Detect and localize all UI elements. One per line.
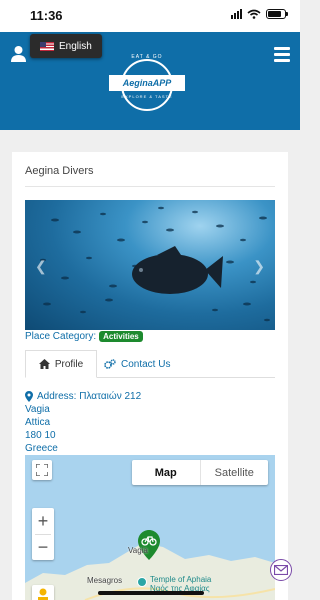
category-row: Place Category: Activities — [25, 331, 143, 342]
map-label-mesagros: Mesagros — [87, 576, 123, 585]
home-icon — [38, 359, 50, 369]
place-card: Aegina Divers ❮ ❯ Place Category: Activi… — [12, 152, 288, 600]
place-image-slider[interactable]: ❮ ❯ — [25, 200, 275, 330]
address-city[interactable]: Vagia — [25, 403, 141, 416]
language-label: English — [59, 40, 92, 52]
home-indicator[interactable] — [98, 591, 204, 595]
place-title: Aegina Divers — [25, 165, 94, 177]
category-badge[interactable]: Activities — [99, 331, 143, 342]
status-bar: 11:36 — [0, 0, 300, 32]
tab-profile-label: Profile — [54, 358, 84, 370]
map-type-map[interactable]: Map — [132, 460, 200, 485]
map-label-vagia: Vagia — [128, 546, 148, 555]
zoom-control: + − — [32, 508, 54, 560]
category-label: Place Category: — [25, 331, 97, 342]
map[interactable]: Map Satellite + − Vagia Mesagros Temple … — [25, 455, 275, 600]
address-block: Address: Πλαταιών 212 Vagia Attica 180 1… — [25, 390, 141, 455]
address-line[interactable]: Address: Πλαταιών 212 — [25, 390, 141, 403]
logo-brand: AeginaAPP — [109, 75, 185, 91]
address-region[interactable]: Attica — [25, 416, 141, 429]
prev-slide-icon[interactable]: ❮ — [35, 258, 47, 275]
contact-mail-button[interactable] — [270, 559, 292, 581]
pegman-icon — [38, 588, 48, 600]
fullscreen-icon — [36, 464, 48, 476]
map-label-temple: Temple of Aphaia — [150, 575, 212, 584]
address-postcode[interactable]: 180 10 — [25, 429, 141, 442]
cellular-signal-icon — [231, 9, 242, 19]
mail-icon — [274, 565, 288, 575]
zoom-in-button[interactable]: + — [32, 508, 54, 534]
status-time: 11:36 — [30, 8, 63, 23]
tab-contact-us[interactable]: Contact Us — [100, 350, 170, 378]
app-header: English EAT & GO AeginaAPP EXPLORE & TAS… — [0, 32, 300, 130]
status-icons — [231, 9, 288, 19]
us-flag-icon — [40, 41, 54, 51]
address-street: Address: Πλαταιών 212 — [37, 391, 142, 402]
logo-bottom-text: EXPLORE & TASTE — [121, 94, 173, 99]
map-marker-icon — [25, 391, 33, 402]
language-switcher[interactable]: English — [30, 34, 102, 58]
map-type-control: Map Satellite — [132, 460, 268, 485]
divider — [25, 186, 275, 187]
logo-top-text: EAT & GO — [131, 54, 163, 60]
menu-icon[interactable] — [274, 47, 290, 62]
tab-contact-label: Contact Us — [121, 358, 171, 370]
map-type-satellite[interactable]: Satellite — [199, 460, 269, 485]
temple-poi-icon[interactable] — [137, 577, 147, 587]
next-slide-icon[interactable]: ❯ — [253, 258, 265, 275]
fullscreen-button[interactable] — [32, 460, 52, 480]
tab-profile[interactable]: Profile — [25, 350, 97, 378]
address-country[interactable]: Greece — [25, 442, 141, 455]
user-icon[interactable] — [10, 45, 27, 62]
zoom-out-button[interactable]: − — [32, 535, 54, 560]
wifi-icon — [247, 9, 261, 19]
cogs-icon — [104, 359, 116, 369]
street-view-button[interactable] — [32, 585, 54, 600]
app-logo[interactable]: EAT & GO AeginaAPP EXPLORE & TASTE — [107, 50, 187, 120]
diver-fish-photo — [40, 206, 270, 322]
bicycle-marker-icon[interactable] — [138, 530, 160, 560]
battery-icon — [266, 9, 288, 19]
